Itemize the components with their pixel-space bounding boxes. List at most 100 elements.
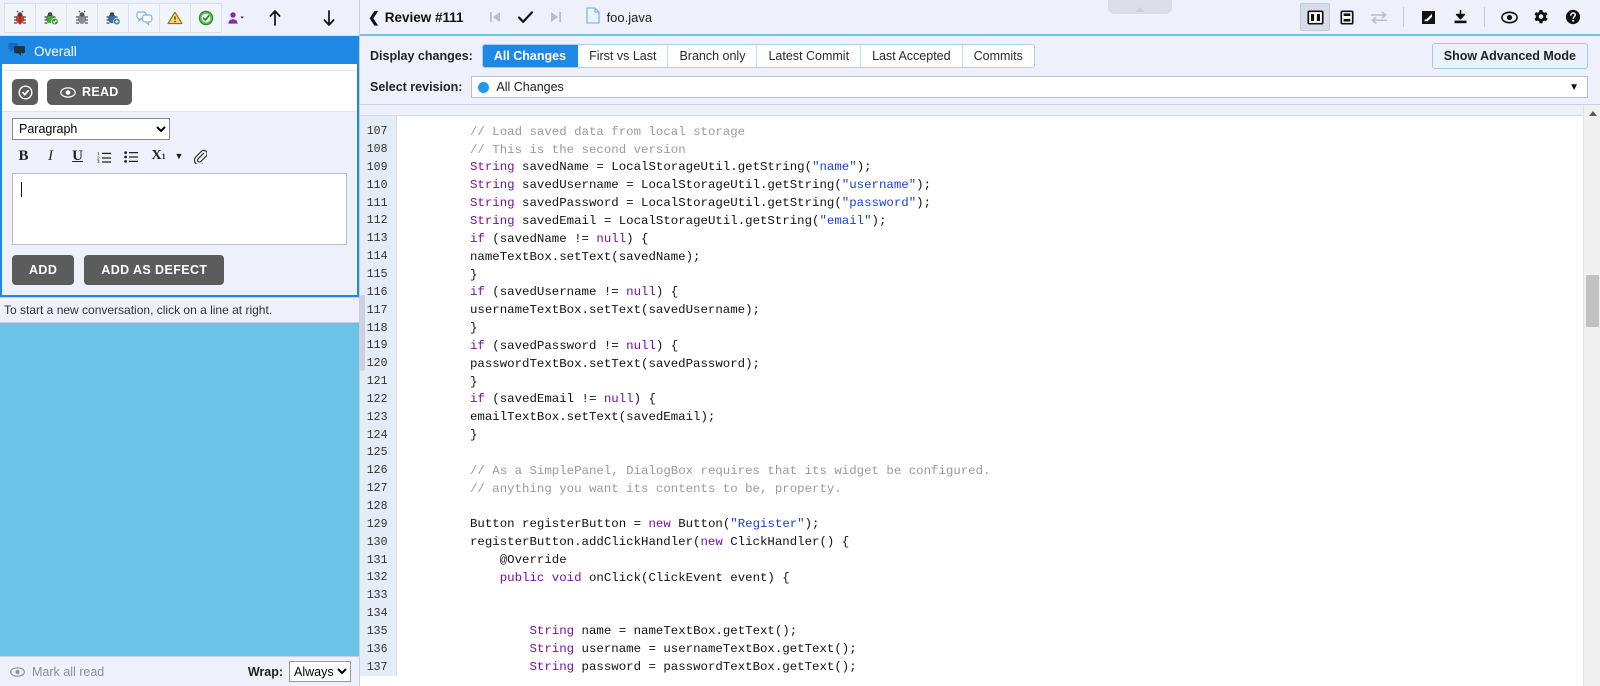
line-number[interactable]: 127 — [360, 480, 396, 498]
line-number[interactable]: 107 — [360, 123, 396, 141]
code-line[interactable]: 108 // This is the second version — [360, 141, 1583, 159]
line-source[interactable] — [396, 605, 1583, 623]
italic-icon[interactable]: I — [37, 145, 64, 167]
code-line[interactable]: 125 — [360, 444, 1583, 462]
code-line[interactable]: 136 String username = usernameTextBox.ge… — [360, 640, 1583, 658]
unordered-list-icon[interactable] — [118, 145, 145, 167]
nav-up-arrow-icon[interactable] — [259, 3, 291, 33]
segment-first-vs-last[interactable]: First vs Last — [578, 45, 668, 67]
line-number[interactable]: 123 — [360, 408, 396, 426]
wrap-select[interactable]: AlwaysNeverSmart — [289, 661, 351, 682]
line-source[interactable]: if (savedPassword != null) { — [396, 337, 1583, 355]
subscript-icon[interactable]: X1 — [145, 145, 172, 167]
code-line[interactable]: 118 } — [360, 319, 1583, 337]
code-line[interactable]: 116 if (savedUsername != null) { — [360, 283, 1583, 301]
stacked-view-icon[interactable] — [1332, 3, 1362, 31]
side-by-side-view-icon[interactable] — [1300, 3, 1330, 31]
line-source[interactable]: passwordTextBox.setText(savedPassword); — [396, 355, 1583, 373]
comment-editor-input[interactable] — [12, 173, 347, 245]
subscript-caret-down-icon[interactable]: ▼ — [172, 145, 186, 167]
line-source[interactable]: } — [396, 266, 1583, 284]
line-source[interactable] — [396, 587, 1583, 605]
line-source[interactable]: if (savedEmail != null) { — [396, 391, 1583, 409]
line-number[interactable]: 125 — [360, 444, 396, 462]
code-line[interactable]: 131 @Override — [360, 551, 1583, 569]
line-source[interactable] — [396, 105, 1583, 123]
code-left-marker-thumb[interactable] — [360, 295, 365, 371]
code-line[interactable]: 126 // As a SimplePanel, DialogBox requi… — [360, 462, 1583, 480]
bug-gray-icon[interactable] — [66, 3, 98, 33]
line-number[interactable]: 136 — [360, 640, 396, 658]
line-number[interactable]: 128 — [360, 498, 396, 516]
line-number[interactable]: 110 — [360, 176, 396, 194]
bug-blue-plus-icon[interactable] — [97, 3, 129, 33]
line-number[interactable]: 133 — [360, 587, 396, 605]
code-line[interactable]: 115 } — [360, 266, 1583, 284]
line-number[interactable]: 113 — [360, 230, 396, 248]
segment-commits[interactable]: Commits — [963, 45, 1034, 67]
line-source[interactable]: registerButton.addClickHandler(new Click… — [396, 533, 1583, 551]
collapsed-tab-handle[interactable] — [1108, 0, 1172, 14]
code-line[interactable]: 127 // anything you want its contents to… — [360, 480, 1583, 498]
code-line[interactable]: 112 String savedEmail = LocalStorageUtil… — [360, 212, 1583, 230]
swap-sides-icon[interactable] — [1364, 3, 1394, 31]
line-number[interactable]: 137 — [360, 658, 396, 676]
line-number[interactable]: 135 — [360, 622, 396, 640]
scroll-up-arrow-icon[interactable] — [1584, 105, 1600, 122]
line-source[interactable]: Button registerButton = new Button("Regi… — [396, 515, 1583, 533]
revision-dropdown[interactable]: All Changes ▼ — [471, 76, 1588, 98]
read-button[interactable]: READ — [47, 79, 132, 105]
bug-green-check-icon[interactable] — [35, 3, 67, 33]
add-button[interactable]: ADD — [12, 255, 74, 285]
edit-icon[interactable] — [1413, 3, 1443, 31]
eye-view-icon[interactable] — [1494, 3, 1524, 31]
bug-red-icon[interactable] — [4, 3, 36, 33]
line-source[interactable] — [396, 444, 1583, 462]
line-number[interactable]: 108 — [360, 141, 396, 159]
paragraph-format-select[interactable]: ParagraphHeading 1Heading 2Preformatted — [12, 118, 170, 140]
nav-down-arrow-icon[interactable] — [313, 3, 345, 33]
warning-triangle-icon[interactable] — [159, 3, 191, 33]
line-source[interactable]: @Override — [396, 551, 1583, 569]
comments-icon[interactable] — [128, 3, 160, 33]
code-line[interactable]: 137 String password = passwordTextBox.ge… — [360, 658, 1583, 676]
line-number[interactable]: 117 — [360, 301, 396, 319]
line-source[interactable]: String savedEmail = LocalStorageUtil.get… — [396, 212, 1583, 230]
line-number[interactable]: 111 — [360, 194, 396, 212]
line-source[interactable]: // Load saved data from local storage — [396, 123, 1583, 141]
line-source[interactable]: if (savedUsername != null) { — [396, 283, 1583, 301]
bold-icon[interactable]: B — [10, 145, 37, 167]
segment-branch-only[interactable]: Branch only — [668, 45, 757, 67]
code-line[interactable]: 122 if (savedEmail != null) { — [360, 391, 1583, 409]
line-number[interactable]: 118 — [360, 319, 396, 337]
skip-last-icon[interactable] — [542, 4, 570, 30]
line-source[interactable]: if (savedName != null) { — [396, 230, 1583, 248]
line-source[interactable]: } — [396, 319, 1583, 337]
attachment-icon[interactable] — [186, 145, 213, 167]
line-number[interactable]: 120 — [360, 355, 396, 373]
line-source[interactable]: // As a SimplePanel, DialogBox requires … — [396, 462, 1583, 480]
add-as-defect-button[interactable]: ADD AS DEFECT — [84, 255, 224, 285]
underline-icon[interactable]: U — [64, 145, 91, 167]
current-file-chip[interactable]: foo.java — [586, 7, 653, 27]
mark-all-read-button[interactable]: Mark all read — [10, 665, 104, 679]
code-line[interactable]: 114 nameTextBox.setText(savedName); — [360, 248, 1583, 266]
line-source[interactable]: String name = nameTextBox.getText(); — [396, 622, 1583, 640]
code-line[interactable]: 121 } — [360, 373, 1583, 391]
code-left-marker-track[interactable] — [360, 105, 365, 686]
segment-all-changes[interactable]: All Changes — [483, 45, 578, 67]
line-number[interactable]: 106 — [360, 105, 396, 123]
code-line[interactable]: 134 — [360, 605, 1583, 623]
line-source[interactable]: public void onClick(ClickEvent event) { — [396, 569, 1583, 587]
line-number[interactable]: 109 — [360, 159, 396, 177]
segment-last-accepted[interactable]: Last Accepted — [861, 45, 963, 67]
line-number[interactable]: 124 — [360, 426, 396, 444]
code-line[interactable]: 107 // Load saved data from local storag… — [360, 123, 1583, 141]
line-number[interactable]: 134 — [360, 605, 396, 623]
line-source[interactable]: String savedPassword = LocalStorageUtil.… — [396, 194, 1583, 212]
line-number[interactable]: 116 — [360, 283, 396, 301]
user-dropdown-icon[interactable] — [221, 3, 253, 33]
check-icon[interactable] — [512, 4, 540, 30]
line-source[interactable]: } — [396, 426, 1583, 444]
ordered-list-icon[interactable]: 123 — [91, 145, 118, 167]
